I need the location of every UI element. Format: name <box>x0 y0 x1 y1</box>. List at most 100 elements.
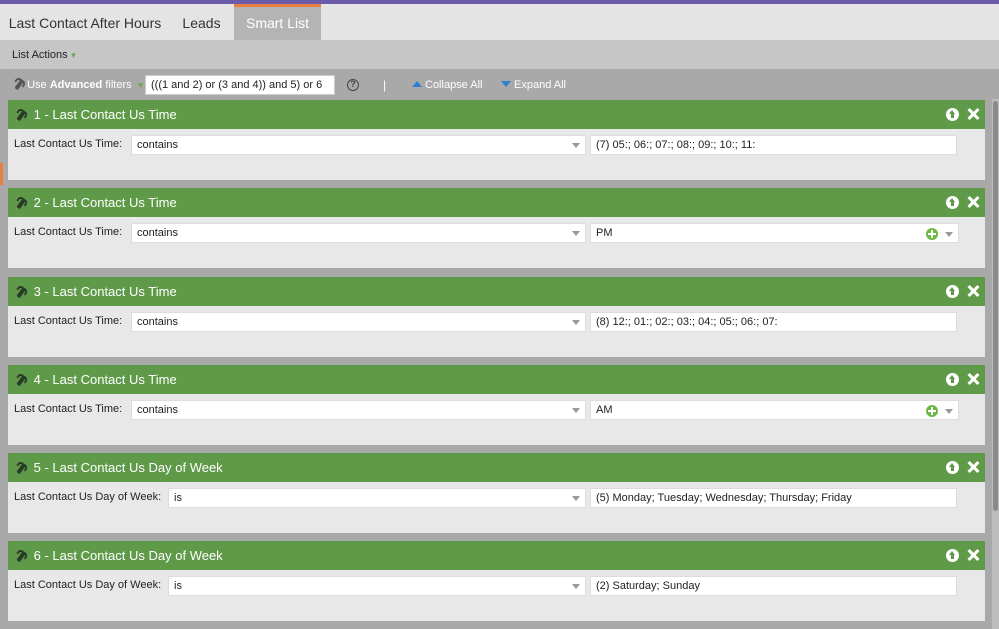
operator-select[interactable]: contains <box>131 135 586 155</box>
scroll-thumb[interactable] <box>993 101 998 511</box>
close-icon[interactable] <box>966 107 980 121</box>
move-up-icon[interactable] <box>946 461 959 474</box>
chevron-down-icon <box>572 320 580 325</box>
expand-all-button[interactable]: Expand All <box>501 79 566 91</box>
filter-row: Last Contact Us Time: contains (7) 05:; … <box>8 129 985 159</box>
caret-down-icon: ▼ <box>69 51 78 60</box>
operator-select[interactable]: contains <box>131 223 586 243</box>
operator-value: contains <box>137 139 178 151</box>
chevron-down-icon <box>572 584 580 589</box>
operator-value: is <box>174 580 182 592</box>
filter-title: 5 - Last Contact Us Day of Week <box>33 460 223 475</box>
filter-row: Last Contact Us Time: contains PM <box>8 217 985 247</box>
value-text: (7) 05:; 06:; 07:; 08:; 09:; 10:; 11: <box>596 139 756 151</box>
wrench-icon <box>16 199 26 209</box>
use-label: Use <box>27 79 50 91</box>
filter-header[interactable]: 2 - Last Contact Us Time <box>8 188 985 217</box>
filter-row: Last Contact Us Time: contains (8) 12:; … <box>8 306 985 336</box>
operator-value: is <box>174 492 182 504</box>
filters-label: filters <box>102 79 132 91</box>
filter-card-1: 1 - Last Contact Us Time Last Contact Us… <box>8 100 985 180</box>
value-field[interactable]: (7) 05:; 06:; 07:; 08:; 09:; 10:; 11: <box>590 135 957 155</box>
value-field[interactable]: AM <box>590 400 959 420</box>
caret-down-icon: ▼ <box>136 81 145 90</box>
move-up-icon[interactable] <box>946 373 959 386</box>
close-icon[interactable] <box>966 460 980 474</box>
filter-field-label: Last Contact Us Time: <box>14 226 123 238</box>
add-value-icon[interactable] <box>926 228 938 240</box>
filter-title: 4 - Last Contact Us Time <box>33 372 177 387</box>
value-text: (5) Monday; Tuesday; Wednesday; Thursday… <box>596 492 852 504</box>
tab-leads[interactable]: Leads <box>170 4 233 40</box>
filter-card-6: 6 - Last Contact Us Day of Week Last Con… <box>8 541 985 621</box>
chevron-down-icon <box>572 408 580 413</box>
filter-title: 6 - Last Contact Us Day of Week <box>33 548 223 563</box>
filter-field-label: Last Contact Us Day of Week: <box>14 579 162 591</box>
collapse-icon <box>412 81 422 87</box>
move-up-icon[interactable] <box>946 196 959 209</box>
value-text: (2) Saturday; Sunday <box>596 580 700 592</box>
filter-field-label: Last Contact Us Day of Week: <box>14 491 162 503</box>
filter-title: 2 - Last Contact Us Time <box>33 195 177 210</box>
filter-header[interactable]: 3 - Last Contact Us Time <box>8 277 985 306</box>
value-field[interactable]: (5) Monday; Tuesday; Wednesday; Thursday… <box>590 488 957 508</box>
filter-title: 1 - Last Contact Us Time <box>33 107 177 122</box>
collapse-all-button[interactable]: Collapse All <box>412 79 482 91</box>
tab-last-contact-after-hours[interactable]: Last Contact After Hours <box>0 4 170 40</box>
filter-row: Last Contact Us Day of Week: is (5) Mond… <box>8 482 985 512</box>
vertical-scrollbar[interactable] <box>992 99 999 629</box>
operator-value: contains <box>137 404 178 416</box>
separator: | <box>383 78 387 92</box>
operator-select[interactable]: is <box>168 576 586 596</box>
left-edge-accent <box>0 163 3 185</box>
operator-select[interactable]: contains <box>131 312 586 332</box>
operator-select[interactable]: contains <box>131 400 586 420</box>
value-field[interactable]: (2) Saturday; Sunday <box>590 576 957 596</box>
wrench-icon <box>16 464 26 474</box>
operator-value: contains <box>137 227 178 239</box>
wrench-icon <box>16 552 26 562</box>
value-field[interactable]: (8) 12:; 01:; 02:; 03:; 04:; 05:; 06:; 0… <box>590 312 957 332</box>
value-text: PM <box>596 227 613 239</box>
help-icon[interactable]: ? <box>347 79 359 91</box>
filter-row: Last Contact Us Time: contains AM <box>8 394 985 424</box>
chevron-down-icon <box>572 143 580 148</box>
value-text: AM <box>596 404 613 416</box>
value-text: (8) 12:; 01:; 02:; 03:; 04:; 05:; 06:; 0… <box>596 316 778 328</box>
wrench-icon <box>14 80 24 90</box>
move-up-icon[interactable] <box>946 285 959 298</box>
wrench-icon <box>16 288 26 298</box>
wrench-icon <box>16 376 26 386</box>
operator-select[interactable]: is <box>168 488 586 508</box>
filter-header[interactable]: 5 - Last Contact Us Day of Week <box>8 453 985 482</box>
filter-header[interactable]: 4 - Last Contact Us Time <box>8 365 985 394</box>
operator-value: contains <box>137 316 178 328</box>
filter-logic-bar: Use Advanced filters ▼ ? | Collapse All … <box>0 69 999 101</box>
filter-card-4: 4 - Last Contact Us Time Last Contact Us… <box>8 365 985 445</box>
expand-icon <box>501 81 511 87</box>
chevron-down-icon[interactable] <box>945 232 953 237</box>
filter-header[interactable]: 6 - Last Contact Us Day of Week <box>8 541 985 570</box>
close-icon[interactable] <box>966 284 980 298</box>
tab-bar: Last Contact After Hours Leads Smart Lis… <box>0 4 999 41</box>
advanced-label: Advanced <box>49 79 103 91</box>
move-up-icon[interactable] <box>946 549 959 562</box>
filter-header[interactable]: 1 - Last Contact Us Time <box>8 100 985 129</box>
move-up-icon[interactable] <box>946 108 959 121</box>
add-value-icon[interactable] <box>926 405 938 417</box>
close-icon[interactable] <box>966 195 980 209</box>
filter-title: 3 - Last Contact Us Time <box>33 284 177 299</box>
list-actions-menu[interactable]: List Actions ▼ <box>12 49 78 61</box>
filter-field-label: Last Contact Us Time: <box>14 403 123 415</box>
advanced-logic-input[interactable] <box>145 75 335 95</box>
filter-row: Last Contact Us Day of Week: is (2) Satu… <box>8 570 985 600</box>
list-actions-label: List Actions <box>12 49 68 61</box>
use-advanced-filters-toggle[interactable]: Use Advanced filters ▼ <box>14 79 145 91</box>
close-icon[interactable] <box>966 548 980 562</box>
close-icon[interactable] <box>966 372 980 386</box>
filter-card-5: 5 - Last Contact Us Day of Week Last Con… <box>8 453 985 533</box>
tab-smart-list[interactable]: Smart List <box>234 4 321 40</box>
filter-field-label: Last Contact Us Time: <box>14 138 123 150</box>
value-field[interactable]: PM <box>590 223 959 243</box>
chevron-down-icon[interactable] <box>945 409 953 414</box>
